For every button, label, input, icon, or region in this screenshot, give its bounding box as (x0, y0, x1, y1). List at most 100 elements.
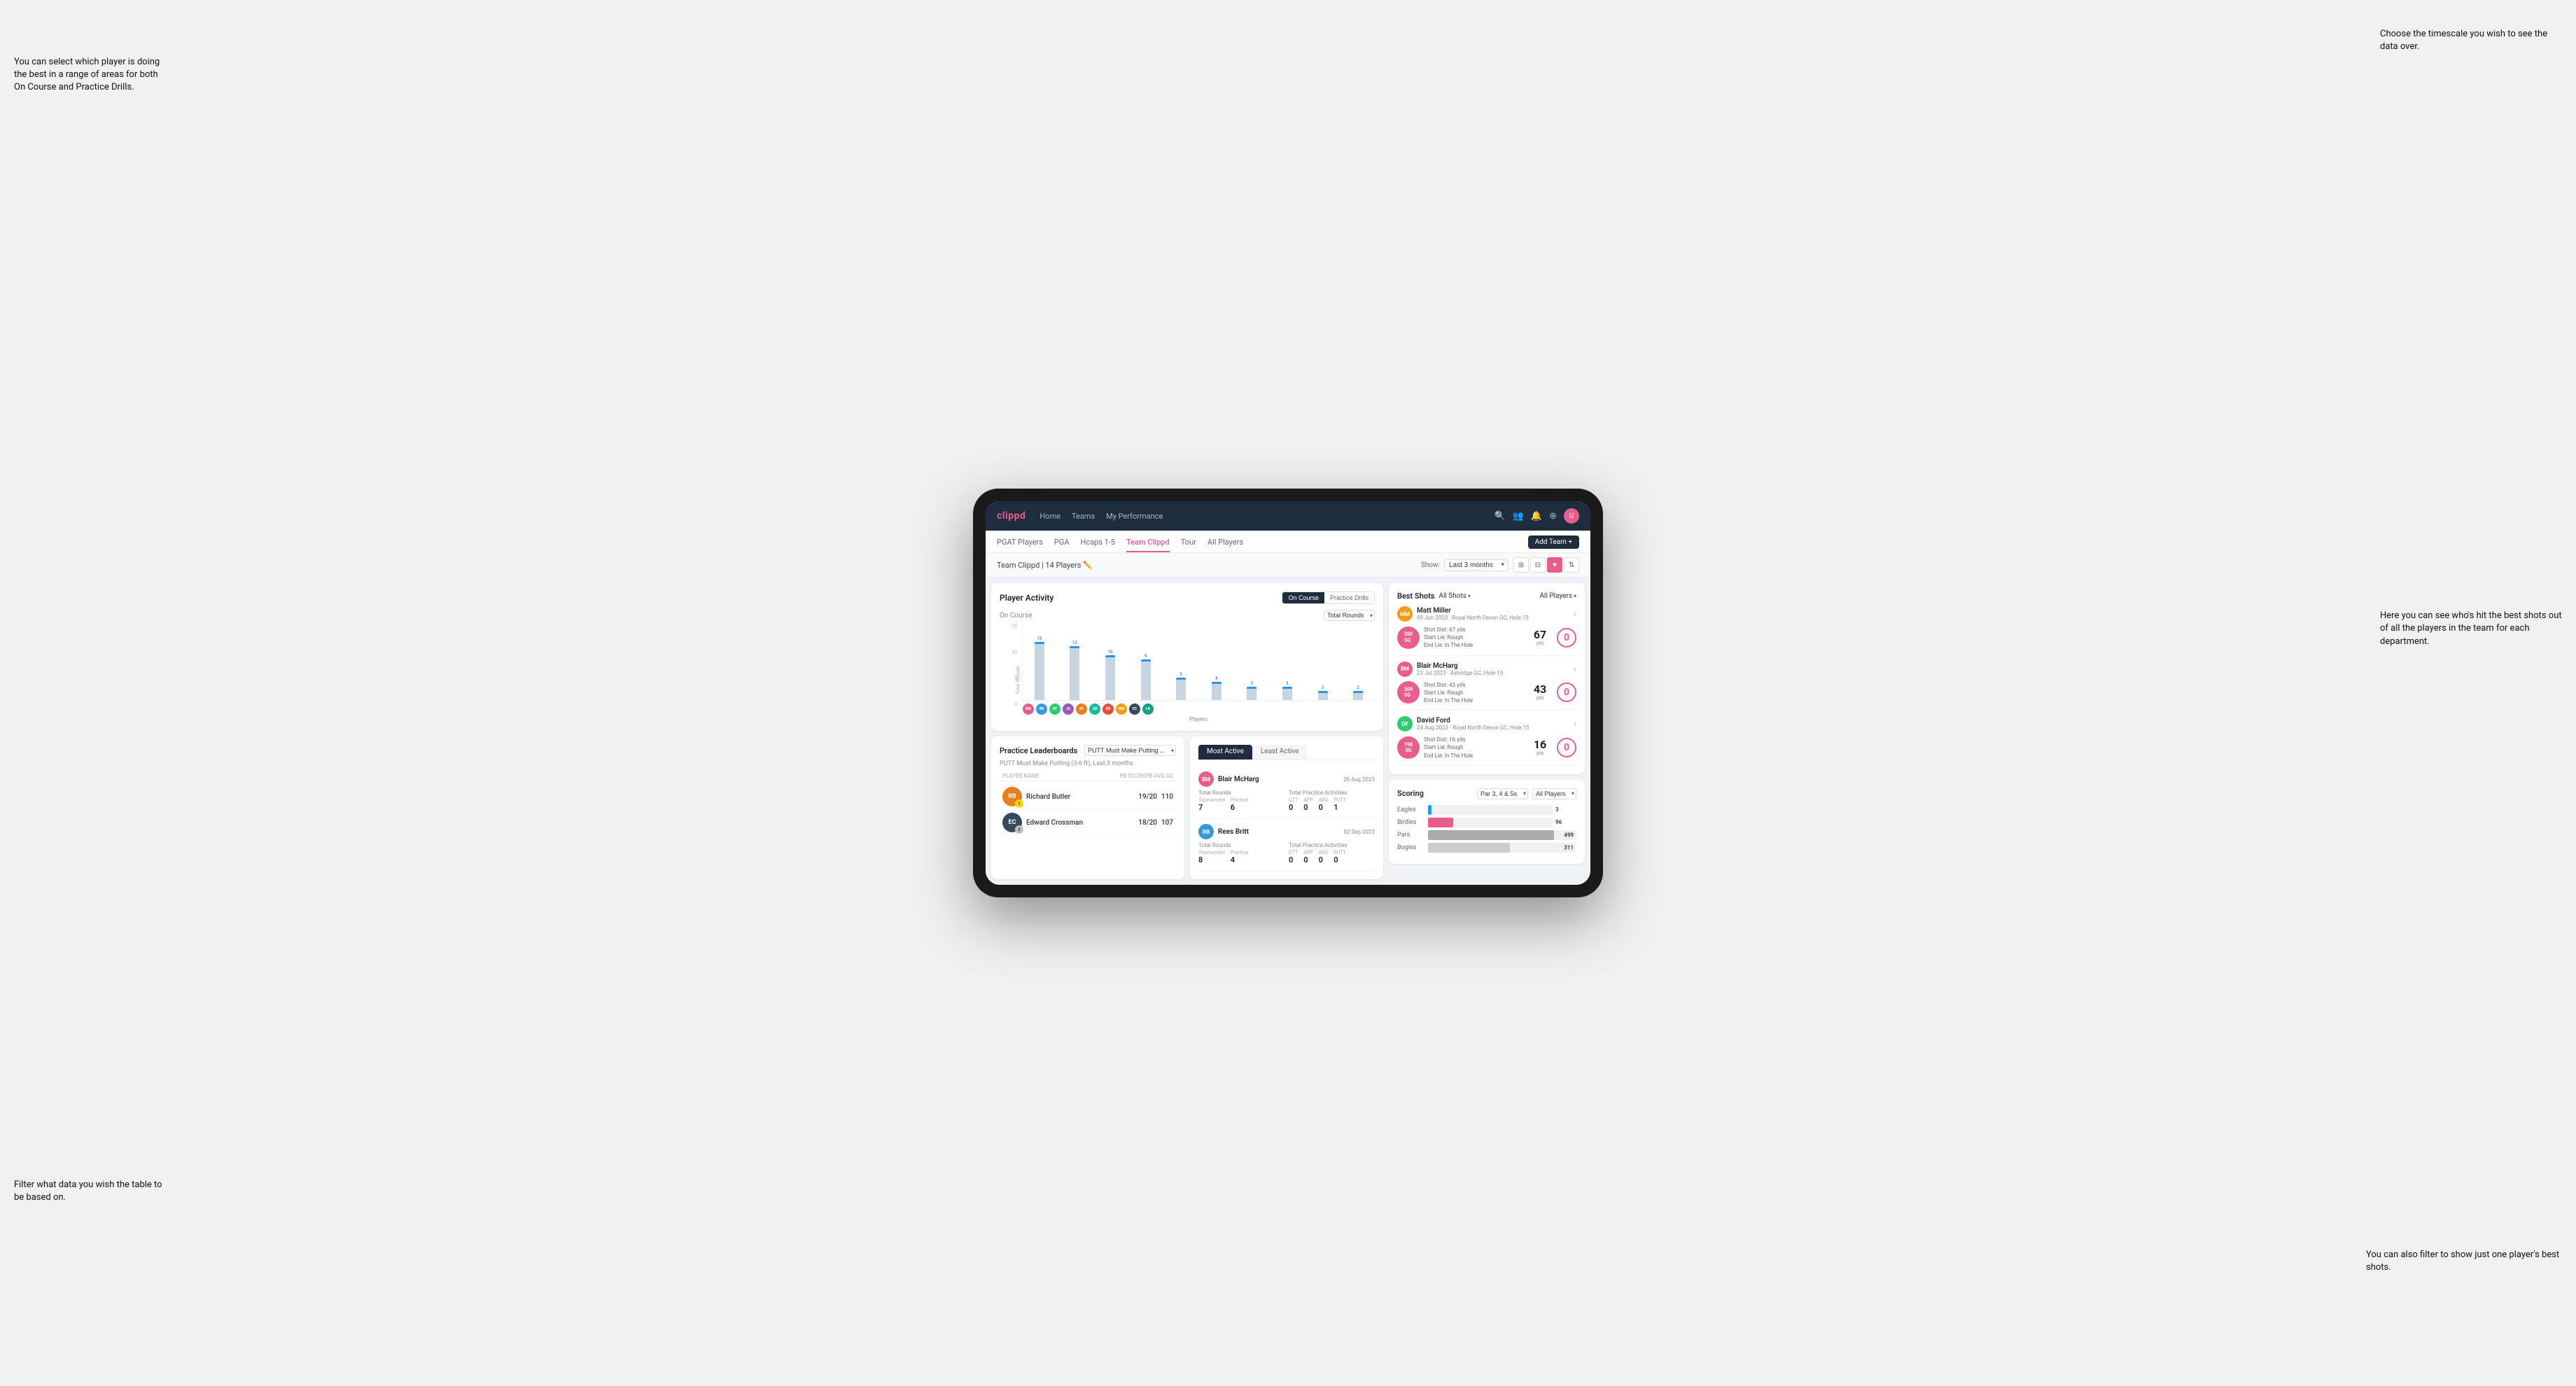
bar-group: 4 (1200, 676, 1233, 700)
heart-view-button[interactable]: ♥ (1547, 557, 1562, 573)
bar-avatar: MM (1116, 704, 1127, 715)
scoring-players-dropdown[interactable]: All Players (1532, 788, 1576, 799)
tablet-screen: clippd Home Teams My Performance 🔍 👥 🔔 ⊕… (986, 501, 1590, 885)
activity-player-block: BM Blair McHarg 26 Aug 2023 Total Rounds (1198, 766, 1375, 818)
sub-nav-team-clippd[interactable]: Team Clippd (1126, 535, 1170, 552)
users-icon[interactable]: 👥 (1513, 511, 1524, 522)
practice-drills-toggle[interactable]: Practice Drills (1324, 592, 1374, 603)
pars-bar-fill: 499 (1428, 830, 1554, 840)
search-icon[interactable]: 🔍 (1494, 511, 1506, 522)
practice-activity-values: GTT0 APP0 ARG0 PUTT1 (1289, 797, 1375, 812)
bar-avatar: EC (1129, 704, 1140, 715)
bar-chart-container: 15 10 5 0 Total Rounds 1312109543322 BMB… (1000, 624, 1375, 722)
leaderboard-dropdown-wrapper[interactable]: PUTT Must Make Putting ... (1084, 745, 1176, 756)
shot-yds-value: 43 (1527, 684, 1553, 695)
eagles-label: Eagles (1397, 806, 1425, 813)
shot-info: Shot Dist: 67 ydsStart Lie: RoughEnd Lie… (1424, 626, 1523, 650)
all-players-dropdown[interactable]: All Players ▾ (1539, 592, 1576, 600)
team-title: Team Clippd | 14 Players ✏️ (997, 561, 1421, 570)
all-shots-dropdown[interactable]: All Shots ▾ (1438, 592, 1470, 600)
pb-avg: 107 (1161, 819, 1173, 827)
leaderboard-header: Practice Leaderboards PUTT Must Make Put… (1000, 745, 1176, 756)
nav-item-home[interactable]: Home (1040, 509, 1060, 524)
best-shots-title: Best Shots (1397, 592, 1434, 601)
shot-player-info: Blair McHarg 23 Jul 2023 · Ashridge GC, … (1417, 662, 1569, 676)
arg-label: ARG (1319, 797, 1329, 803)
putt-val: 0 (1334, 855, 1345, 864)
activity-stats-row: Total Rounds Tournament 8 Practice (1198, 842, 1375, 864)
bell-icon[interactable]: 🔔 (1531, 511, 1542, 522)
app-val: 0 (1303, 855, 1312, 864)
grid-view-button[interactable]: ⊞ (1513, 557, 1529, 573)
left-column: Player Activity On Course Practice Drill… (991, 583, 1383, 879)
app-val: 0 (1303, 803, 1312, 812)
chart-section-label: On Course (1000, 612, 1324, 620)
bar-avatar: LR (1142, 704, 1154, 715)
sub-nav-pgat[interactable]: PGAT Players (997, 535, 1043, 552)
time-dropdown[interactable]: Last 3 months Last month Last 6 months L… (1444, 559, 1508, 571)
shot-info: Shot Dist: 43 ydsStart Lie: RoughEnd Lie… (1424, 681, 1523, 705)
practice-activities-group: Total Practice Activities GTT0 APP0 ARG0… (1289, 842, 1375, 864)
bar-highlight (1212, 682, 1222, 684)
sub-nav-tour[interactable]: Tour (1181, 535, 1196, 552)
par-dropdown[interactable]: Par 3, 4 & 5s Par 3s Par 4s Par 5s (1477, 788, 1528, 799)
all-shots-label: All Shots (1438, 592, 1466, 600)
on-course-toggle[interactable]: On Course (1282, 592, 1324, 603)
shot-zero-indicator: 0 (1557, 628, 1576, 648)
sub-nav-hcaps[interactable]: Hcaps 1-5 (1081, 535, 1116, 552)
practice-leaderboards-card: Practice Leaderboards PUTT Must Make Put… (991, 736, 1184, 879)
add-team-button[interactable]: Add Team + (1528, 536, 1579, 549)
shot-player-name: Blair McHarg (1417, 662, 1569, 670)
scoring-bar-eagles: Eagles 3 (1397, 805, 1576, 815)
card-header: Player Activity On Course Practice Drill… (1000, 592, 1375, 604)
most-active-tab[interactable]: Most Active (1198, 745, 1252, 760)
leaderboard-row: RB 1 Richard Butler 19/20 110 (1000, 784, 1176, 810)
chart-dropdown-wrapper[interactable]: Total Rounds Fairways Hit GIR (1324, 610, 1375, 621)
annotation-top-right: Choose the timescale you wish to see the… (2380, 28, 2562, 53)
nav-item-teams[interactable]: Teams (1072, 509, 1095, 524)
par-dropdown-wrapper[interactable]: Par 3, 4 & 5s Par 3s Par 4s Par 5s (1477, 788, 1528, 799)
bar-group: 2 (1341, 685, 1375, 700)
shot-metric-yds: 67 yds (1527, 629, 1553, 646)
least-active-tab[interactable]: Least Active (1252, 745, 1308, 760)
sort-view-button[interactable]: ⇅ (1564, 557, 1579, 573)
pars-label: Pars (1397, 832, 1425, 839)
eagles-bar-track (1428, 805, 1553, 815)
rank-badge-2: 2 (1015, 825, 1023, 834)
scoring-bar-birdies: Birdies 96 (1397, 818, 1576, 827)
sub-nav-all-players[interactable]: All Players (1208, 535, 1243, 552)
bar (1070, 646, 1079, 700)
shot-player-info: Matt Miller 09 Jun 2023 · Royal North De… (1417, 607, 1569, 621)
arg-val: 0 (1319, 803, 1329, 812)
time-select-wrapper[interactable]: Last 3 months Last month Last 6 months L… (1444, 559, 1508, 571)
players-dropdown-arrow: ▾ (1574, 593, 1576, 599)
plus-circle-icon[interactable]: ⊕ (1549, 511, 1557, 522)
bar-group: 12 (1058, 640, 1092, 700)
bar-highlight (1141, 659, 1151, 662)
shot-chevron-icon[interactable]: › (1574, 664, 1576, 675)
bar-group: 10 (1093, 650, 1127, 700)
chart-metric-dropdown[interactable]: Total Rounds Fairways Hit GIR (1324, 610, 1375, 621)
shot-details: 200SG Shot Dist: 67 ydsStart Lie: RoughE… (1397, 626, 1576, 650)
bar-avatar: DF (1049, 704, 1060, 715)
shot-item: MM Matt Miller 09 Jun 2023 · Royal North… (1397, 601, 1576, 656)
bar-value-label: 5 (1180, 672, 1182, 677)
leaderboard-dropdown[interactable]: PUTT Must Make Putting ... (1084, 745, 1176, 756)
arg-val: 0 (1319, 855, 1329, 864)
avatar[interactable]: U (1564, 508, 1579, 524)
shot-chevron-icon[interactable]: › (1574, 718, 1576, 729)
practice-label: Practice (1231, 797, 1249, 803)
shot-chevron-icon[interactable]: › (1574, 608, 1576, 620)
players-dropdown-wrapper[interactable]: All Players (1532, 788, 1576, 799)
activity-date: 02 Sep 2023 (1344, 829, 1375, 835)
list-view-button[interactable]: ⊟ (1530, 557, 1546, 573)
sub-nav-pga[interactable]: PGA (1054, 535, 1070, 552)
card-title: Player Activity (1000, 593, 1276, 603)
nav-item-performance[interactable]: My Performance (1106, 509, 1163, 524)
best-shots-header: Best Shots All Shots ▾ All Players ▾ (1397, 592, 1576, 601)
all-players-label: All Players (1539, 592, 1572, 600)
col-pb-score: PB SCORE (1119, 773, 1145, 779)
rounds-values: Tournament 8 Practice 4 (1198, 850, 1284, 864)
shot-yds-value: 67 (1527, 629, 1553, 640)
annotation-top-left: You can select which player is doing the… (14, 56, 168, 94)
